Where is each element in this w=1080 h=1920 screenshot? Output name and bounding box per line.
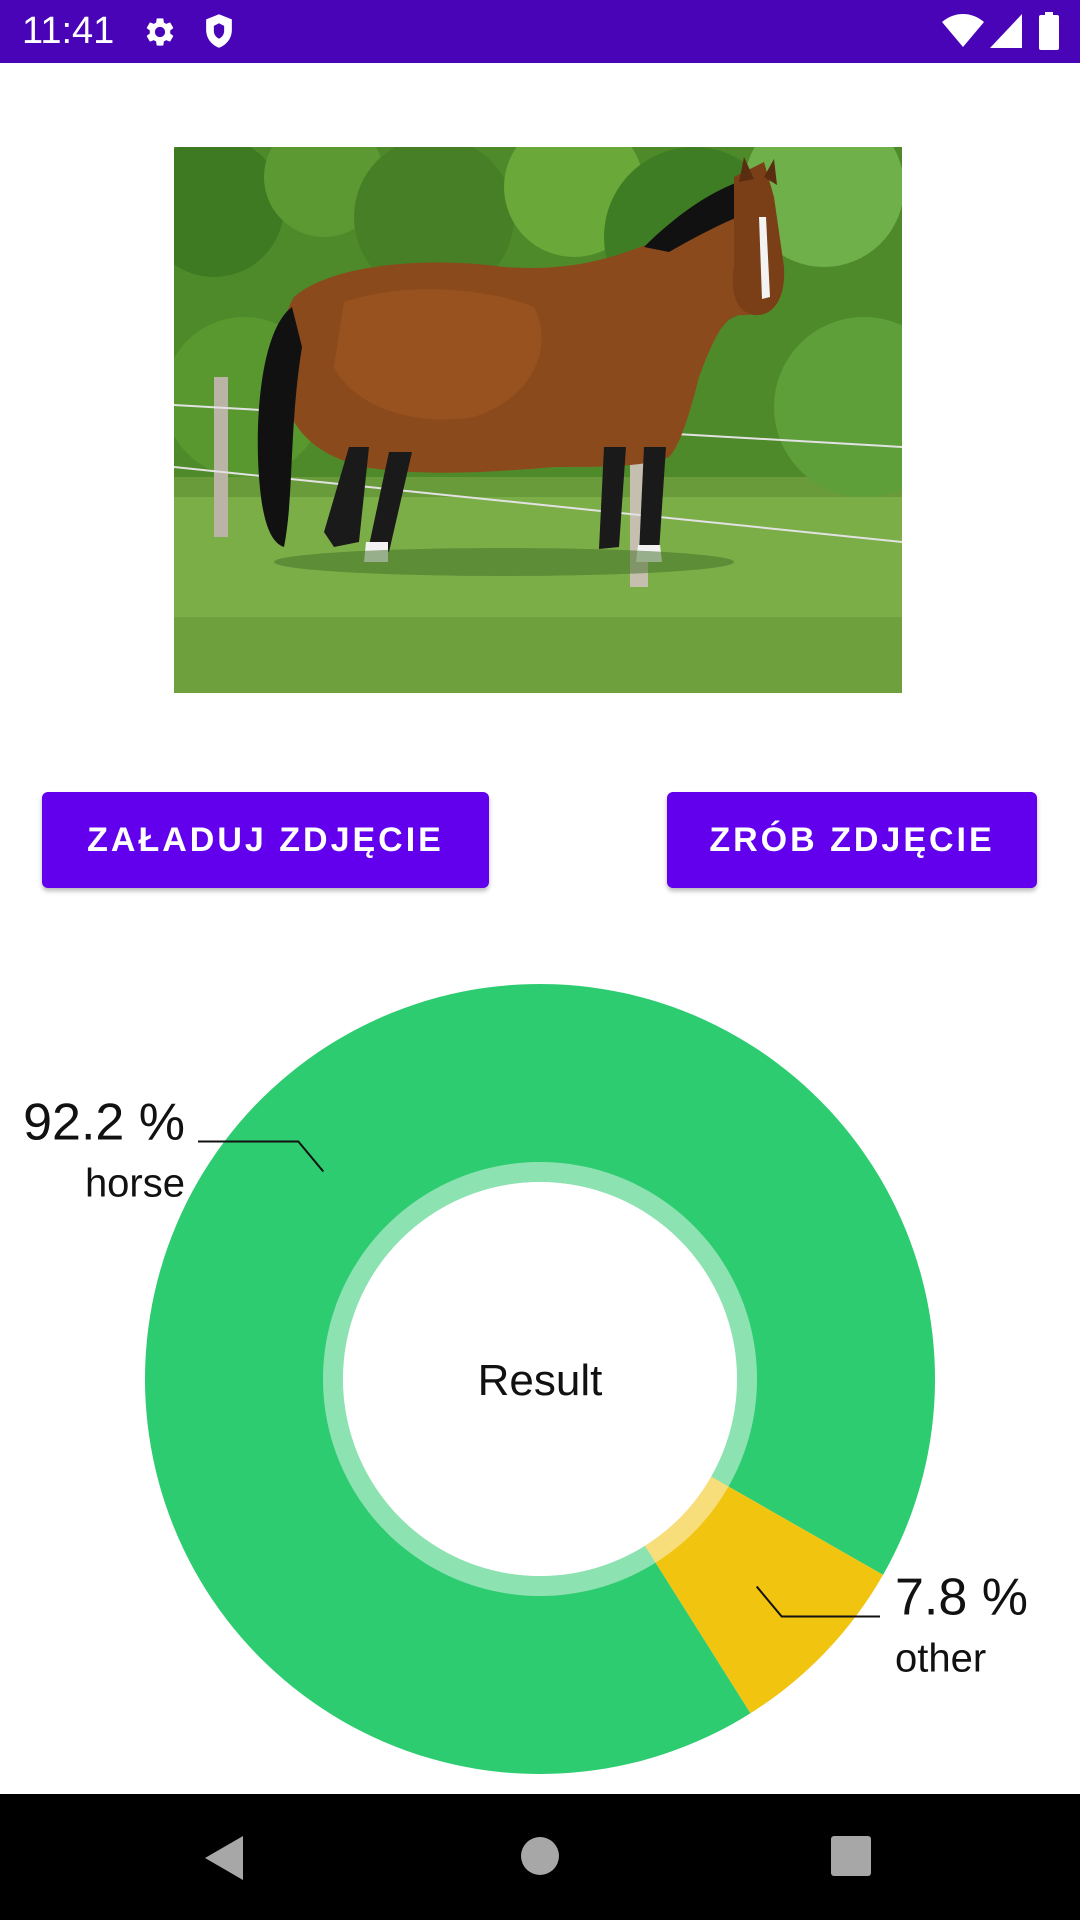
home-icon[interactable] [520,1836,560,1876]
value-label-other: 7.8 % [895,1568,1028,1626]
result-donut-chart: Result 92.2 % horse 7.8 % other [23,984,1028,1775]
back-icon[interactable] [200,1834,248,1882]
value-label-horse: 92.2 % [23,1094,185,1152]
take-photo-button[interactable]: ZRÓB ZDJĘCIE [667,792,1037,888]
cellular-signal-icon [990,14,1022,48]
result-image [174,147,902,693]
horse-photo [174,147,902,693]
navigation-bar [0,1794,1080,1920]
category-label-other: other [895,1636,986,1680]
recents-icon[interactable] [831,1836,871,1876]
status-time: 11:41 [22,10,115,52]
category-label-horse: horse [85,1162,185,1206]
battery-icon [1039,12,1059,50]
wifi-icon [942,14,984,47]
shield-icon [206,14,232,48]
status-bar: 11:41 [0,0,1080,63]
load-photo-button[interactable]: ZAŁADUJ ZDJĘCIE [42,792,489,888]
chart-center-text: Result [478,1356,603,1405]
settings-gear-icon [146,18,174,46]
